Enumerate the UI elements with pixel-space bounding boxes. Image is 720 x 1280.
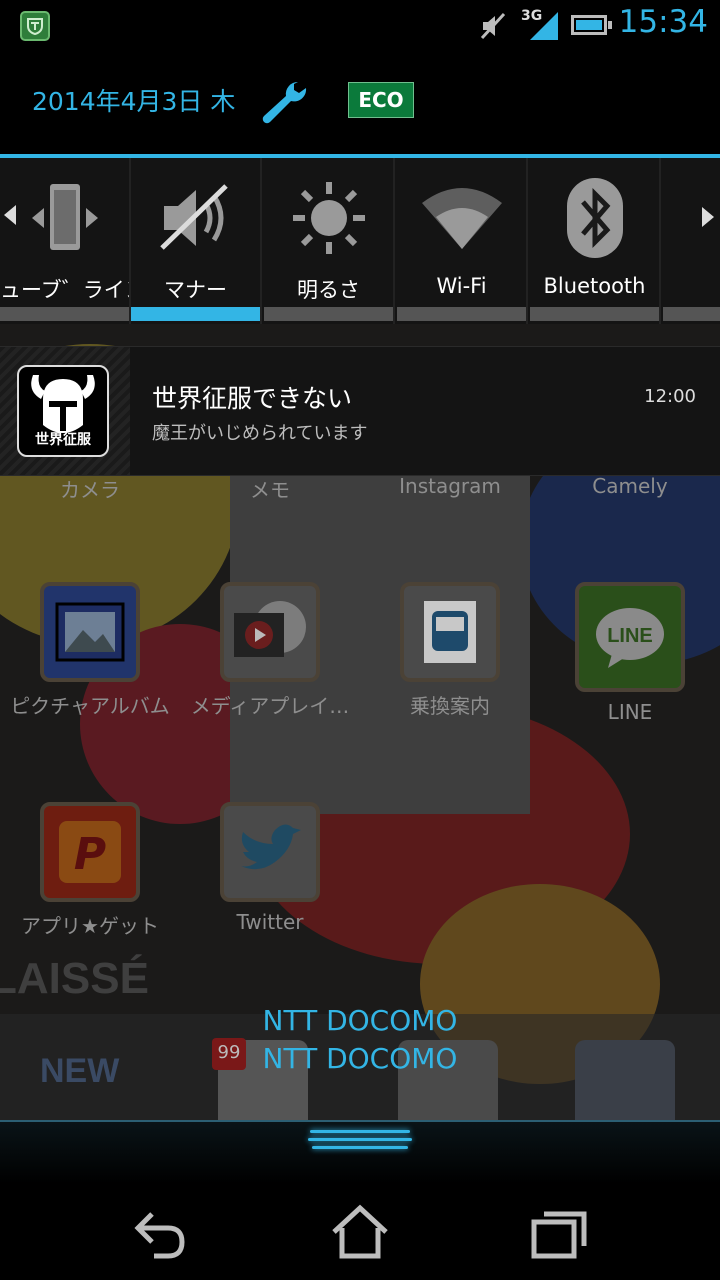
toggle-brightness[interactable]: 明るさ [264, 158, 395, 324]
app-label: Camely [592, 474, 668, 498]
toggle-label: ューブ゛ライント゛ [0, 278, 129, 302]
notification-icon-caption: 世界征服 [35, 432, 91, 448]
home-icon[interactable] [330, 1202, 390, 1262]
muted-speaker-icon [159, 184, 228, 250]
picture-album-icon [55, 602, 125, 662]
twitter-bird-icon [241, 824, 301, 870]
app-transit-guide: 乗換案内 [365, 582, 535, 719]
app-label: ピクチャアルバム [10, 694, 170, 718]
app-line: LINE LINE [545, 582, 715, 724]
horned-helmet-icon [31, 375, 95, 433]
toggle-next-partial[interactable] [663, 158, 720, 324]
toggle-indicator [530, 307, 659, 321]
auto-rotate-icon [31, 184, 98, 250]
notification-text: 魔王がいじめられています [152, 423, 368, 444]
app-media-player: メディアプレイ… [185, 582, 355, 719]
app-instagram-partial: Instagram [365, 474, 535, 498]
toggle-manner-mode[interactable]: マナー [131, 158, 262, 324]
shade-handle-grip-icon[interactable] [308, 1130, 412, 1154]
toggle-label: Wi-Fi [436, 274, 487, 298]
toggle-indicator [131, 307, 260, 321]
scroll-right-arrow-icon[interactable] [702, 207, 714, 227]
line-icon-text: LINE [607, 625, 653, 647]
app-camely-partial: Camely [545, 474, 715, 498]
status-bar: 3G 15:34 [0, 0, 720, 50]
app-label: Twitter [236, 910, 304, 934]
toggle-bluetooth[interactable]: Bluetooth [530, 158, 661, 324]
toggle-indicator [397, 307, 526, 321]
brightness-icon [292, 182, 365, 254]
bluetooth-icon [566, 178, 623, 258]
media-player-icon [234, 601, 306, 657]
back-icon[interactable] [130, 1202, 190, 1262]
app-label: LINE [607, 700, 653, 724]
app-get-icon: P [59, 821, 121, 883]
notification-app-icon: 世界征服 [17, 365, 109, 457]
notification-icon-area: 世界征服 [0, 347, 130, 475]
app-picture-album: ピクチャアルバム [5, 582, 175, 719]
notification-time: 12:00 [644, 386, 696, 407]
navigation-bar [0, 1184, 720, 1280]
toggle-auto-rotate[interactable]: ューブ゛ライント゛ [0, 158, 131, 324]
app-memo-partial: メモ [185, 474, 355, 503]
eco-button[interactable]: ECO [348, 82, 414, 118]
app-label: カメラ [60, 478, 120, 502]
quick-toggles: ューブ゛ライント゛ マナー 明るさ Wi-Fi Bluetooth [0, 158, 720, 324]
line-icon: LINE [596, 608, 664, 668]
vibrate-mute-icon [480, 12, 506, 40]
app-label: 乗換案内 [410, 694, 490, 718]
toggle-indicator [0, 307, 129, 321]
recent-apps-icon[interactable] [530, 1202, 590, 1262]
toggle-label: Bluetooth [543, 274, 646, 298]
status-time: 15:34 [618, 4, 708, 40]
carrier-label: NTT DOCOMO [262, 1004, 458, 1037]
date-label: 2014年4月3日 木 [32, 87, 236, 116]
train-icon [424, 601, 476, 663]
app-app-get: P アプリ★ゲット [5, 802, 175, 939]
notification-item[interactable]: 世界征服 世界征服できない 魔王がいじめられています 12:00 [0, 346, 720, 476]
scroll-left-arrow-icon[interactable] [4, 205, 16, 225]
shield-app-icon [20, 11, 50, 41]
toggle-wifi[interactable]: Wi-Fi [397, 158, 528, 324]
signal-icon [530, 12, 558, 40]
app-label: アプリ★ゲット [21, 914, 159, 938]
app-label: メディアプレイ… [190, 694, 350, 718]
app-label: メモ [250, 478, 290, 502]
app-twitter: Twitter [185, 802, 355, 934]
app-label: Instagram [399, 474, 501, 498]
toggle-indicator [663, 307, 720, 321]
carrier-label-secondary: NTT DOCOMO [262, 1042, 458, 1075]
wifi-icon [421, 188, 502, 249]
toggle-label: マナー [164, 278, 227, 302]
toggle-indicator [264, 307, 393, 321]
wallpaper-text: LAISSÉ [0, 954, 149, 1003]
app-camera-partial: カメラ [5, 474, 175, 503]
settings-wrench-icon[interactable] [258, 76, 312, 126]
notification-title: 世界征服できない [152, 384, 353, 413]
svg-text:P: P [74, 829, 106, 880]
battery-icon [571, 15, 612, 35]
toggle-label: 明るさ [297, 278, 360, 302]
